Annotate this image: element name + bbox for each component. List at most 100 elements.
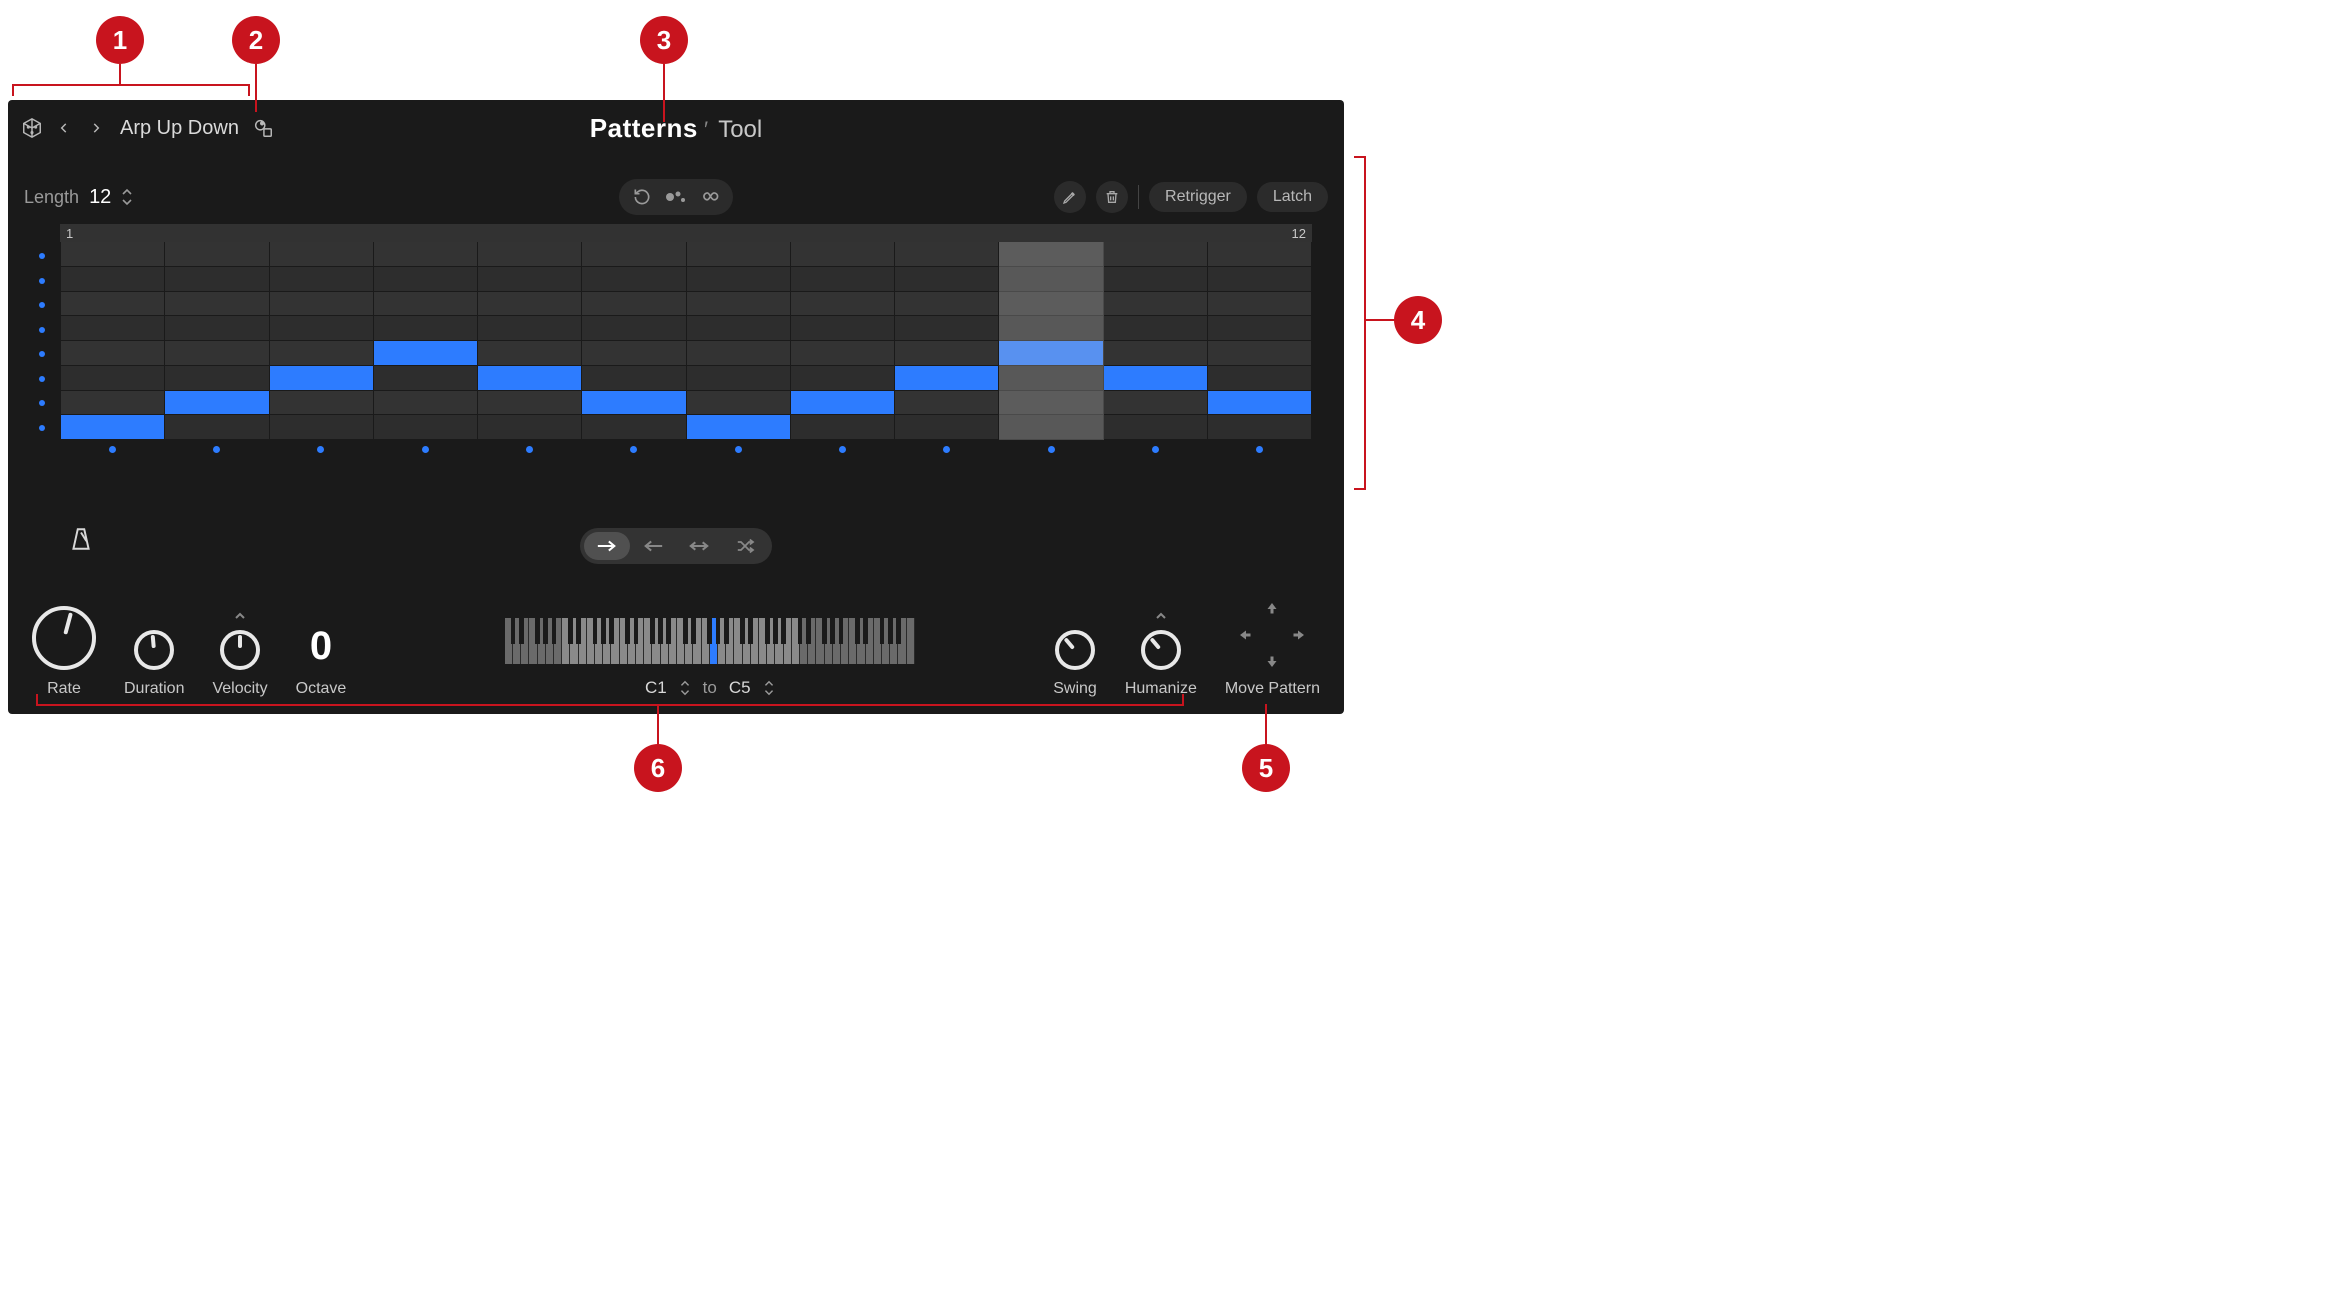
random-variation-icon[interactable] bbox=[661, 183, 691, 211]
key-black[interactable] bbox=[625, 618, 630, 644]
move-left-icon[interactable] bbox=[1237, 626, 1255, 644]
sync-icon[interactable] bbox=[68, 526, 94, 557]
rate-control[interactable]: Rate bbox=[32, 606, 96, 698]
grid-cell[interactable] bbox=[270, 267, 374, 292]
grid-cell[interactable] bbox=[687, 391, 791, 416]
step-dot[interactable] bbox=[269, 446, 373, 453]
grid-cell[interactable] bbox=[374, 366, 478, 391]
grid-cell[interactable] bbox=[270, 292, 374, 317]
grid-cell[interactable] bbox=[478, 292, 582, 317]
key-black[interactable] bbox=[543, 618, 548, 644]
key-black[interactable] bbox=[765, 618, 770, 644]
key-black[interactable] bbox=[839, 618, 844, 644]
grid-cell[interactable] bbox=[687, 242, 791, 267]
key-black[interactable] bbox=[609, 618, 614, 644]
grid-cell[interactable] bbox=[999, 316, 1103, 341]
grid-cell[interactable] bbox=[374, 341, 478, 366]
trash-icon[interactable] bbox=[1096, 181, 1128, 213]
grid-cell[interactable] bbox=[582, 316, 686, 341]
grid-cell[interactable] bbox=[478, 316, 582, 341]
step-dot[interactable] bbox=[1208, 446, 1312, 453]
grid-cell[interactable] bbox=[1208, 366, 1312, 391]
velocity-control[interactable]: Velocity bbox=[212, 608, 267, 698]
grid-cell[interactable] bbox=[791, 391, 895, 416]
grid-cell[interactable] bbox=[1104, 341, 1208, 366]
key-black[interactable] bbox=[601, 618, 606, 644]
grid-cell[interactable] bbox=[1208, 341, 1312, 366]
move-right-icon[interactable] bbox=[1289, 626, 1307, 644]
grid-cell[interactable] bbox=[999, 292, 1103, 317]
humanize-control[interactable]: Humanize bbox=[1125, 608, 1197, 698]
grid-cell[interactable] bbox=[895, 341, 999, 366]
grid-cell[interactable] bbox=[374, 391, 478, 416]
grid-cell[interactable] bbox=[895, 366, 999, 391]
grid-cell[interactable] bbox=[1208, 316, 1312, 341]
grid-cell[interactable] bbox=[999, 242, 1103, 267]
note[interactable] bbox=[687, 415, 790, 439]
note[interactable] bbox=[1104, 366, 1207, 390]
loop-infinite-icon[interactable] bbox=[695, 183, 725, 211]
grid-cell[interactable] bbox=[791, 292, 895, 317]
key-black[interactable] bbox=[855, 618, 860, 644]
grid-cell[interactable] bbox=[582, 242, 686, 267]
step-dot[interactable] bbox=[686, 446, 790, 453]
direction-random-icon[interactable] bbox=[722, 532, 768, 560]
grid-cell[interactable] bbox=[1104, 415, 1208, 440]
grid-cell[interactable] bbox=[999, 415, 1103, 440]
note[interactable] bbox=[999, 341, 1102, 365]
key-black[interactable] bbox=[552, 618, 557, 644]
grid-cell[interactable] bbox=[1208, 391, 1312, 416]
note[interactable] bbox=[895, 366, 998, 390]
grid-cell[interactable] bbox=[791, 267, 895, 292]
preset-next-icon[interactable] bbox=[84, 116, 108, 140]
grid-cell[interactable] bbox=[582, 292, 686, 317]
grid-cell[interactable] bbox=[1208, 292, 1312, 317]
grid-cell[interactable] bbox=[1208, 415, 1312, 440]
key-black[interactable] bbox=[822, 618, 827, 644]
note[interactable] bbox=[270, 366, 373, 390]
grid-cell[interactable] bbox=[165, 292, 269, 317]
key-black[interactable] bbox=[593, 618, 598, 644]
pattern-grid[interactable] bbox=[60, 242, 1312, 440]
note[interactable] bbox=[582, 391, 685, 415]
key-black[interactable] bbox=[568, 618, 573, 644]
note[interactable] bbox=[61, 415, 164, 439]
grid-cell[interactable] bbox=[895, 316, 999, 341]
key-black[interactable] bbox=[863, 618, 868, 644]
key-black[interactable] bbox=[535, 618, 540, 644]
direction-backward-icon[interactable] bbox=[630, 532, 676, 560]
grid-cell[interactable] bbox=[61, 267, 165, 292]
grid-cell[interactable] bbox=[791, 366, 895, 391]
move-down-icon[interactable] bbox=[1263, 652, 1281, 670]
grid-cell[interactable] bbox=[791, 242, 895, 267]
step-dot[interactable] bbox=[164, 446, 268, 453]
key-black[interactable] bbox=[740, 618, 745, 644]
note[interactable] bbox=[791, 391, 894, 415]
grid-cell[interactable] bbox=[1208, 267, 1312, 292]
grid-cell[interactable] bbox=[582, 267, 686, 292]
key-black[interactable] bbox=[519, 618, 524, 644]
note[interactable] bbox=[1208, 391, 1311, 415]
restart-icon[interactable] bbox=[627, 183, 657, 211]
grid-cell[interactable] bbox=[374, 242, 478, 267]
grid-cell[interactable] bbox=[687, 415, 791, 440]
key-black[interactable] bbox=[806, 618, 811, 644]
preset-name[interactable]: Arp Up Down bbox=[120, 117, 239, 140]
swing-control[interactable]: Swing bbox=[1053, 630, 1097, 698]
grid-cell[interactable] bbox=[687, 267, 791, 292]
grid-cell[interactable] bbox=[61, 391, 165, 416]
grid-cell[interactable] bbox=[61, 242, 165, 267]
grid-cell[interactable] bbox=[582, 341, 686, 366]
grid-cell[interactable] bbox=[895, 242, 999, 267]
grid-cell[interactable] bbox=[687, 292, 791, 317]
grid-cell[interactable] bbox=[895, 391, 999, 416]
grid-cell[interactable] bbox=[61, 415, 165, 440]
grid-cell[interactable] bbox=[478, 341, 582, 366]
grid-cell[interactable] bbox=[478, 415, 582, 440]
grid-cell[interactable] bbox=[61, 366, 165, 391]
grid-cell[interactable] bbox=[374, 415, 478, 440]
grid-cell[interactable] bbox=[687, 316, 791, 341]
key-black[interactable] bbox=[748, 618, 753, 644]
grid-cell[interactable] bbox=[165, 415, 269, 440]
length-stepper-icon[interactable] bbox=[121, 188, 133, 206]
